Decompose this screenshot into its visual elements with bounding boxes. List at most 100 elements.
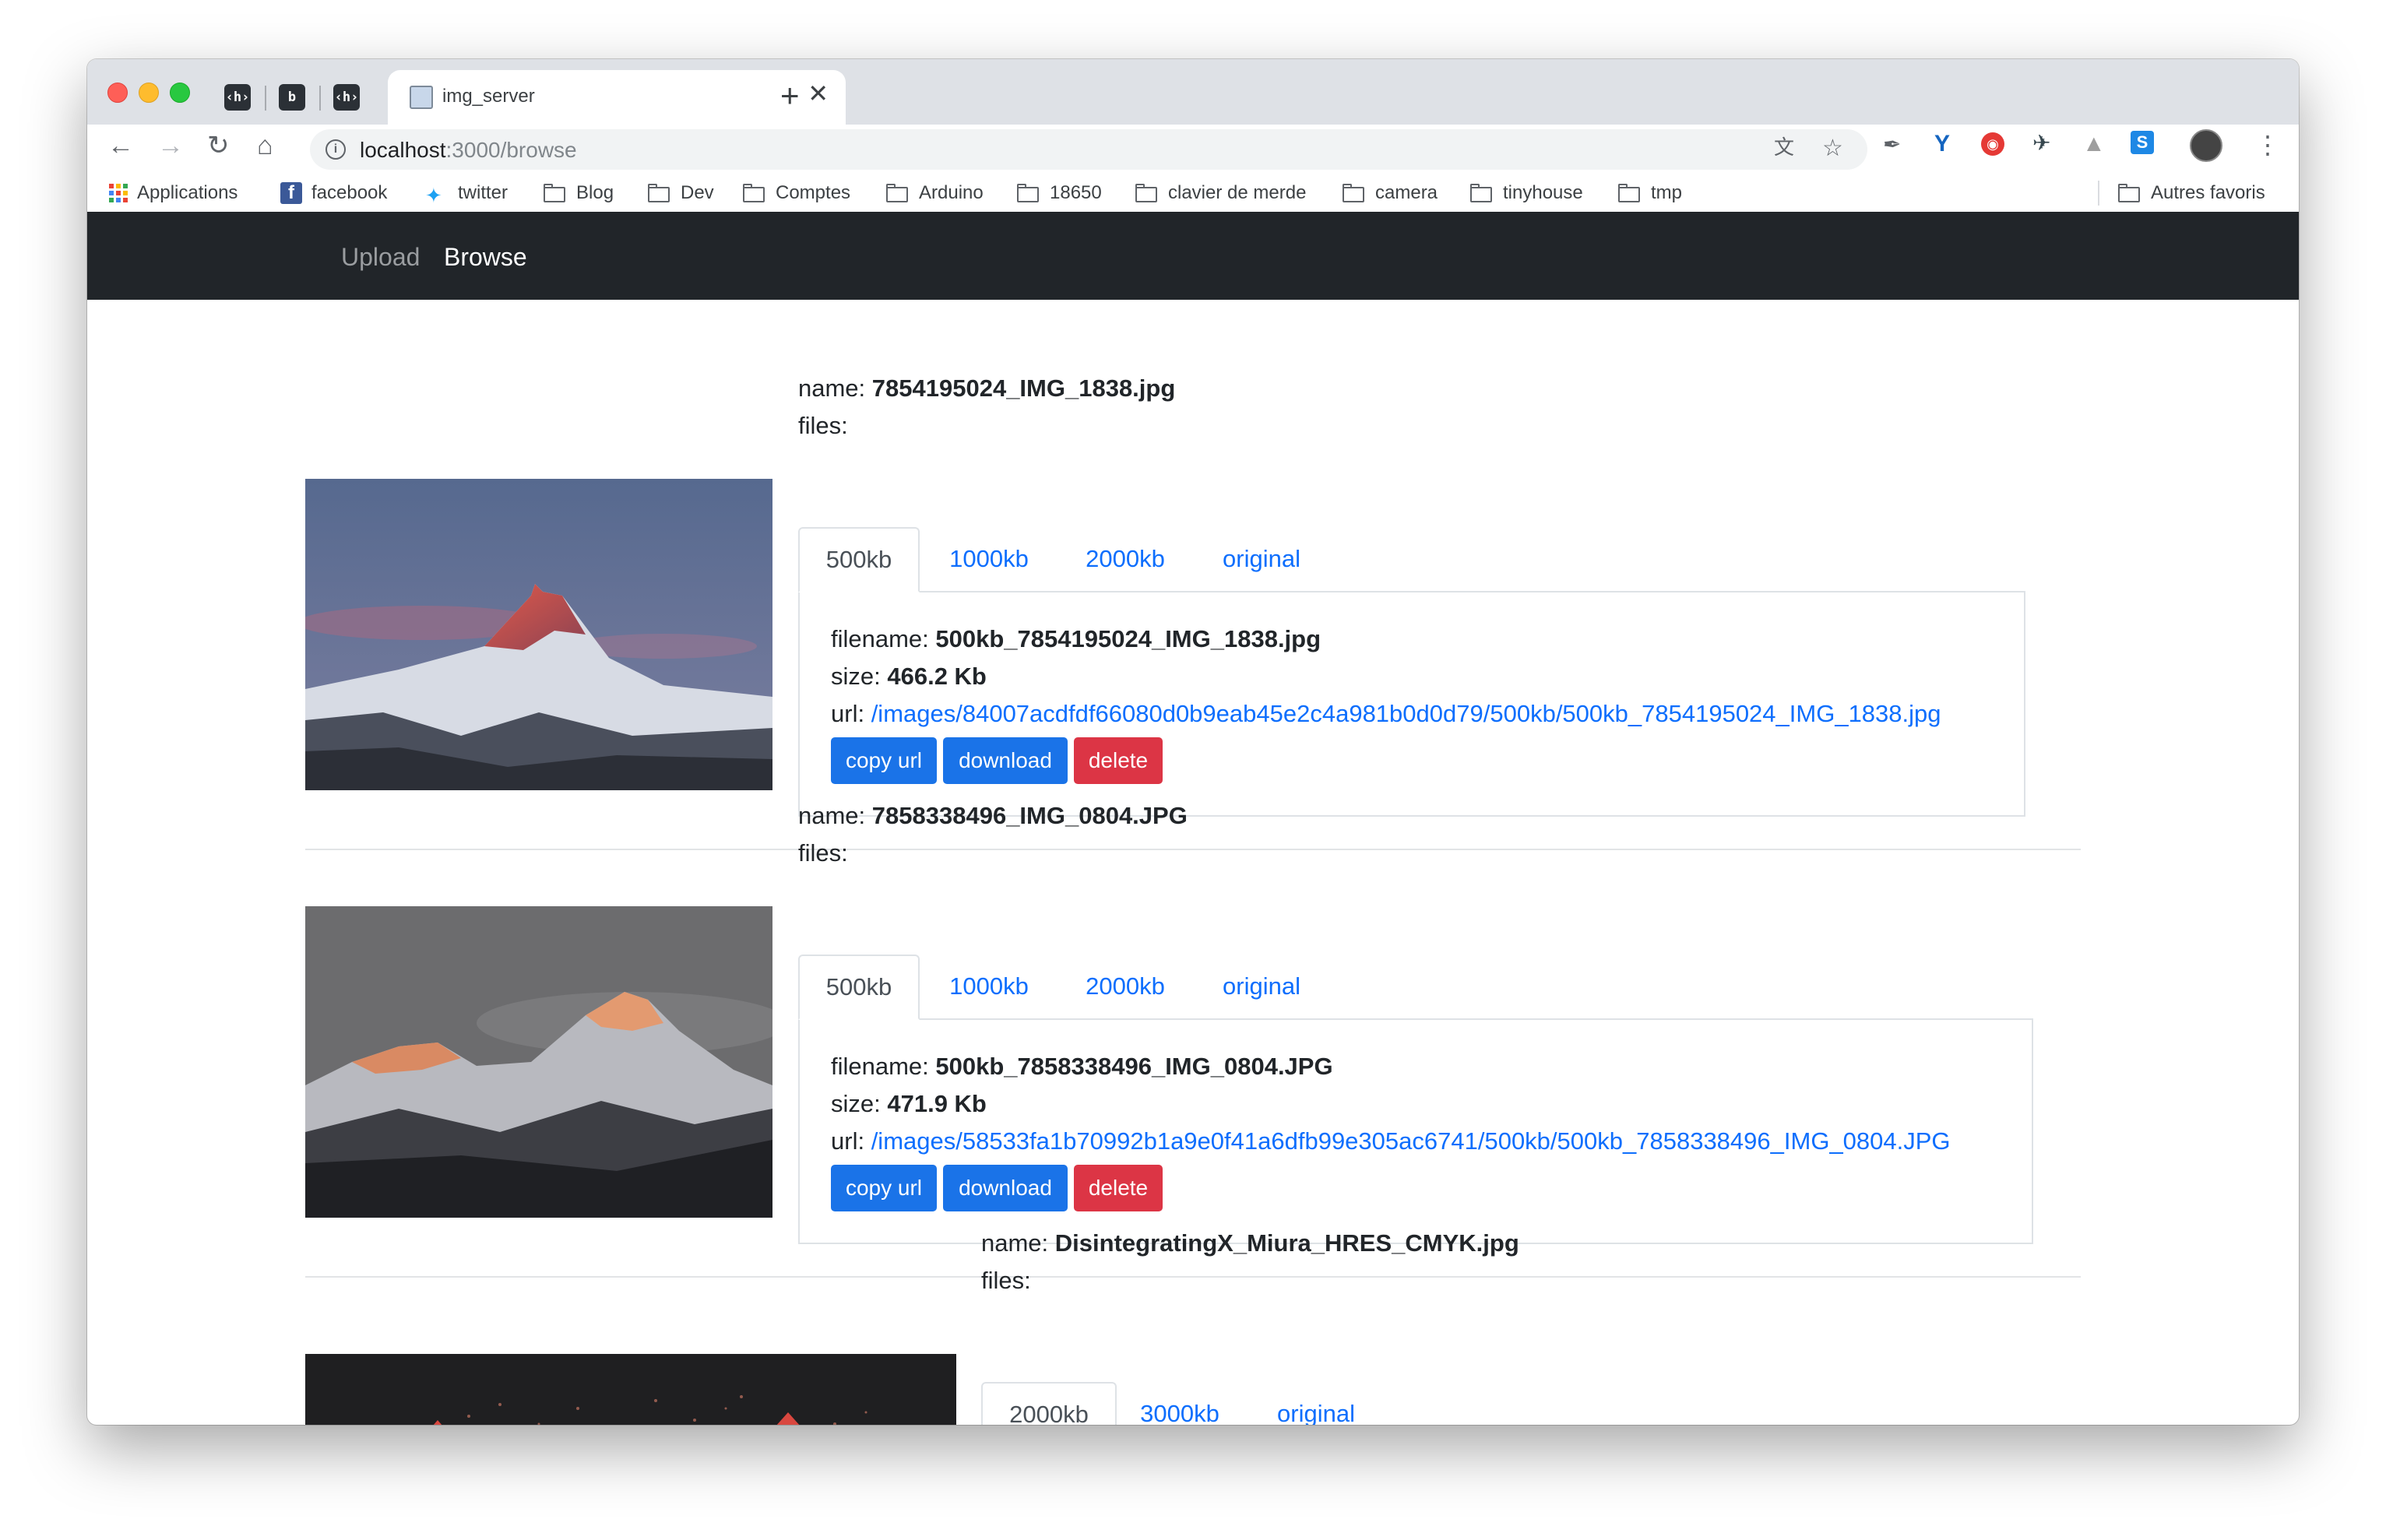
bookmark-folder-blog[interactable]: Blog <box>544 182 614 204</box>
bookmark-star-icon[interactable]: ☆ <box>1822 137 1843 160</box>
image-url-link[interactable]: /images/58533fa1b70992b1a9e0f41a6dfb99e3… <box>871 1127 1951 1155</box>
s-extension-icon[interactable]: S <box>2131 131 2154 154</box>
back-arrow-icon[interactable]: ← <box>107 132 134 159</box>
close-window-button[interactable] <box>107 83 128 103</box>
pinned-tab-1[interactable]: ‹h› <box>224 84 251 111</box>
size-value: 466.2 Kb <box>887 663 987 690</box>
pinned-tab-3[interactable]: ‹h› <box>333 84 360 111</box>
folder-icon <box>544 184 567 202</box>
image-url-link[interactable]: /images/84007acdfdf66080d0b9eab45e2c4a98… <box>871 700 1941 727</box>
reload-icon[interactable]: ↻ <box>207 132 230 159</box>
tab-2000kb[interactable]: 2000kb <box>1067 955 1184 1018</box>
bookmark-twitter[interactable]: ✦ twitter <box>425 182 509 207</box>
address-bar[interactable]: i localhost:3000/browse 文 ☆ <box>310 129 1867 170</box>
url-line: url: /images/58533fa1b70992b1a9e0f41a6df… <box>831 1127 1951 1155</box>
bookmark-label: camera <box>1375 182 1438 203</box>
address-url[interactable]: localhost:3000/browse <box>360 138 577 163</box>
tab-original[interactable]: original <box>1258 1382 1374 1425</box>
site-info-icon[interactable]: i <box>326 139 346 160</box>
close-tab-icon[interactable]: ✕ <box>808 81 829 106</box>
download-button[interactable]: download <box>943 737 1068 784</box>
eyedropper-extension-icon[interactable]: ✒ <box>1883 134 1901 156</box>
download-button[interactable]: download <box>943 1165 1068 1211</box>
tab-3000kb[interactable]: 3000kb <box>1121 1382 1238 1425</box>
filename-line: filename: 500kb_7854195024_IMG_1838.jpg <box>831 625 1321 653</box>
url-host: localhost <box>360 138 446 162</box>
page-favicon-icon <box>410 86 433 109</box>
tab-strip: ‹h› b ‹h› img_server ✕ + <box>87 59 2299 125</box>
forward-arrow-icon[interactable]: → <box>157 132 184 159</box>
home-icon[interactable]: ⌂ <box>257 132 273 159</box>
twitter-icon: ✦ <box>425 184 442 207</box>
bookmark-folder-18650[interactable]: 18650 <box>1017 182 1102 204</box>
new-tab-button[interactable]: + <box>780 79 800 112</box>
tab-img-server[interactable]: img_server ✕ <box>388 70 846 125</box>
size-label: size: <box>831 663 888 690</box>
folder-icon <box>2118 184 2141 202</box>
tab-1000kb[interactable]: 1000kb <box>931 955 1047 1018</box>
folder-icon <box>886 184 910 202</box>
zoom-window-button[interactable] <box>170 83 190 103</box>
ublock-extension-icon[interactable]: ◉ <box>1981 132 2004 156</box>
image-name: DisintegratingX_Miura_HRES_CMYK.jpg <box>1054 1229 1519 1257</box>
nav-upload-link[interactable]: Upload <box>341 243 420 272</box>
image-thumbnail[interactable] <box>305 906 772 1218</box>
bookmark-folder-clavier[interactable]: clavier de merde <box>1135 182 1306 204</box>
filename-line: filename: 500kb_7858338496_IMG_0804.JPG <box>831 1053 1333 1081</box>
pinned-tab-2[interactable]: b <box>279 84 305 111</box>
bookmark-facebook[interactable]: f facebook <box>280 182 387 204</box>
url-label: url: <box>831 700 871 727</box>
bookmark-folder-arduino[interactable]: Arduino <box>886 182 984 204</box>
image-thumbnail[interactable] <box>305 1354 956 1425</box>
tab-separator <box>319 86 321 111</box>
bookmarks-bar: Applications f facebook ✦ twitter Blog D… <box>87 173 2299 213</box>
item-divider <box>305 1276 2081 1278</box>
bookmark-folder-comptes[interactable]: Comptes <box>743 182 850 204</box>
bookmark-applications[interactable]: Applications <box>109 182 238 204</box>
bookmark-other-favorites[interactable]: Autres favoris <box>2118 182 2265 204</box>
translate-icon[interactable]: 文 <box>1774 137 1794 157</box>
profile-avatar[interactable] <box>2190 129 2222 162</box>
tab-500kb[interactable]: 500kb <box>798 955 920 1020</box>
bookmark-folder-tmp[interactable]: tmp <box>1618 182 1682 204</box>
spy-extension-icon[interactable]: ✈ <box>2032 132 2050 154</box>
y-extension-icon[interactable]: Y <box>1934 132 1950 156</box>
delete-button[interactable]: delete <box>1074 1165 1163 1211</box>
filename-value: 500kb_7854195024_IMG_1838.jpg <box>935 625 1321 652</box>
tab-500kb[interactable]: 500kb <box>798 527 920 592</box>
size-line: size: 471.9 Kb <box>831 1090 987 1118</box>
app-navbar: Upload Browse <box>87 212 2299 300</box>
bookmark-folder-dev[interactable]: Dev <box>648 182 714 204</box>
image-name-line: name: 7858338496_IMG_0804.JPG <box>798 802 1188 830</box>
delete-button[interactable]: delete <box>1074 737 1163 784</box>
menu-kebab-icon[interactable]: ⋮ <box>2255 132 2280 157</box>
mountain-photo-2 <box>305 906 772 1218</box>
item-divider <box>305 849 2081 850</box>
tab-1000kb[interactable]: 1000kb <box>931 527 1047 591</box>
copy-url-button[interactable]: copy url <box>831 1165 937 1211</box>
browser-toolbar: ← → ↻ ⌂ i localhost:3000/browse 文 ☆ ✒ Y … <box>87 125 2299 173</box>
name-label: name: <box>798 374 872 402</box>
minimize-window-button[interactable] <box>139 83 159 103</box>
bookmark-folder-tinyhouse[interactable]: tinyhouse <box>1470 182 1583 204</box>
size-line: size: 466.2 Kb <box>831 663 987 691</box>
disintegrating-photo <box>305 1354 956 1425</box>
tab-2000kb[interactable]: 2000kb <box>981 1382 1117 1425</box>
copy-url-button[interactable]: copy url <box>831 737 937 784</box>
filename-value: 500kb_7858338496_IMG_0804.JPG <box>935 1053 1333 1080</box>
file-details-panel: filename: 500kb_7854195024_IMG_1838.jpg … <box>798 591 2025 817</box>
bookmark-label: twitter <box>458 182 509 203</box>
tab-original[interactable]: original <box>1203 955 1320 1018</box>
nav-browse-link[interactable]: Browse <box>444 243 527 272</box>
folder-icon <box>1618 184 1642 202</box>
bookmark-label: facebook <box>311 182 388 203</box>
folder-icon <box>1470 184 1494 202</box>
image-thumbnail[interactable] <box>305 479 772 790</box>
files-label: files: <box>798 412 848 439</box>
drive-extension-icon[interactable]: ▲ <box>2082 132 2106 156</box>
bookmark-folder-camera[interactable]: camera <box>1343 182 1438 204</box>
mountain-photo-1 <box>305 479 772 790</box>
image-name: 7854195024_IMG_1838.jpg <box>871 374 1176 402</box>
tab-original[interactable]: original <box>1203 527 1320 591</box>
tab-2000kb[interactable]: 2000kb <box>1067 527 1184 591</box>
